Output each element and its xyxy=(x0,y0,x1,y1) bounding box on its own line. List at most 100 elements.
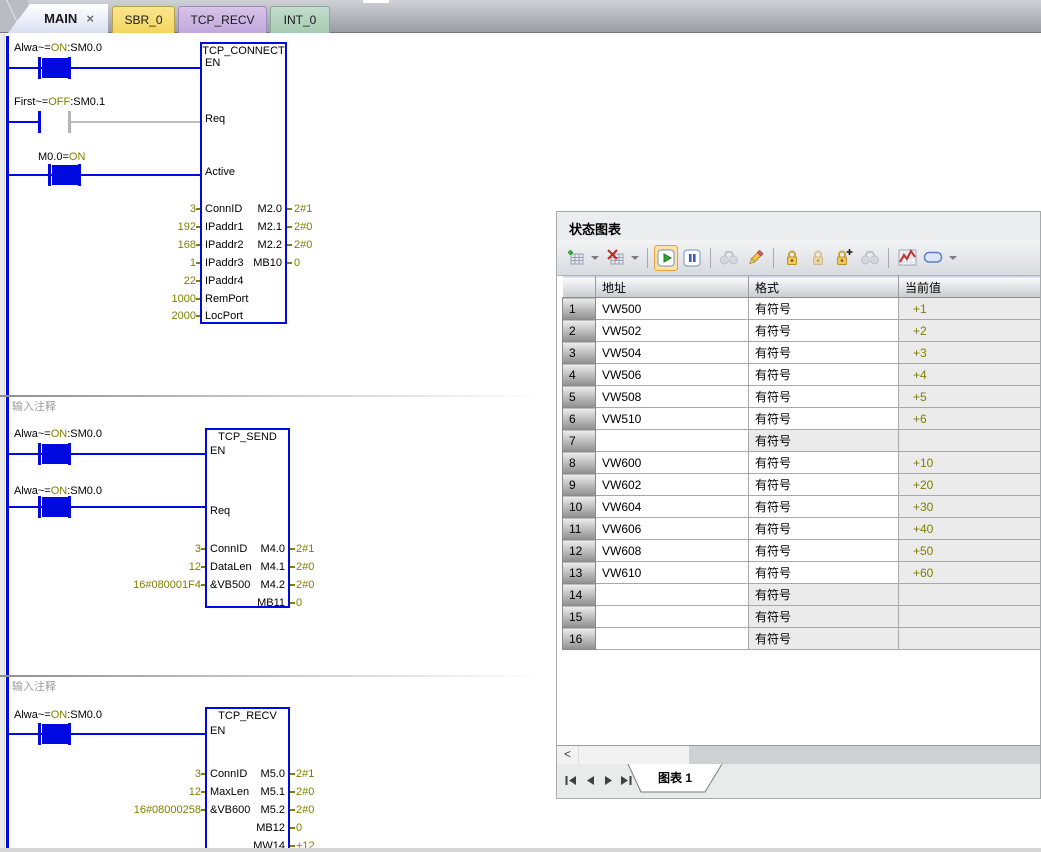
address-cell[interactable] xyxy=(596,628,749,650)
format-cell[interactable]: 有符号 xyxy=(749,584,899,606)
tcp-send-block[interactable]: TCP_SEND EN Req ConnID DataLen &VB500 M4… xyxy=(205,428,290,608)
address-cell[interactable]: VW604 xyxy=(596,496,749,518)
chevron-down-icon[interactable] xyxy=(949,256,957,260)
format-cell[interactable]: 有符号 xyxy=(749,562,899,584)
row-number[interactable]: 14 xyxy=(563,584,596,606)
tab-tcp-recv[interactable]: TCP_RECV xyxy=(178,6,267,33)
force-new-button[interactable] xyxy=(832,245,856,271)
contact-closed[interactable] xyxy=(42,444,68,464)
row-number[interactable]: 11 xyxy=(563,518,596,540)
force-button[interactable] xyxy=(780,245,804,271)
value-cell[interactable]: +6 xyxy=(899,408,1041,430)
address-cell[interactable] xyxy=(596,584,749,606)
next-sheet-button[interactable] xyxy=(603,773,617,785)
row-number[interactable]: 16 xyxy=(563,628,596,650)
address-cell[interactable]: VW506 xyxy=(596,364,749,386)
value-cell[interactable] xyxy=(899,606,1041,628)
format-cell[interactable]: 有符号 xyxy=(749,342,899,364)
row-number[interactable]: 12 xyxy=(563,540,596,562)
row-number[interactable]: 15 xyxy=(563,606,596,628)
value-cell[interactable]: +3 xyxy=(899,342,1041,364)
address-cell[interactable]: VW508 xyxy=(596,386,749,408)
property-toggle-button[interactable] xyxy=(921,245,945,271)
value-cell[interactable] xyxy=(899,430,1041,452)
format-cell[interactable]: 有符号 xyxy=(749,452,899,474)
value-cell[interactable]: +50 xyxy=(899,540,1041,562)
value-cell[interactable]: +5 xyxy=(899,386,1041,408)
address-cell[interactable]: VW608 xyxy=(596,540,749,562)
format-cell[interactable]: 有符号 xyxy=(749,628,899,650)
address-cell[interactable]: VW510 xyxy=(596,408,749,430)
address-cell[interactable]: VW606 xyxy=(596,518,749,540)
format-cell[interactable]: 有符号 xyxy=(749,386,899,408)
format-cell[interactable]: 有符号 xyxy=(749,606,899,628)
row-number[interactable]: 8 xyxy=(563,452,596,474)
close-icon[interactable]: × xyxy=(86,11,94,26)
row-number[interactable]: 2 xyxy=(563,320,596,342)
scrollbar-thumb[interactable] xyxy=(579,746,689,764)
address-cell[interactable]: VW504 xyxy=(596,342,749,364)
tab-int0[interactable]: INT_0 xyxy=(270,6,330,33)
contact-closed[interactable] xyxy=(52,165,78,185)
format-cell[interactable]: 有符号 xyxy=(749,474,899,496)
format-cell[interactable]: 有符号 xyxy=(749,320,899,342)
address-cell[interactable] xyxy=(596,430,749,452)
row-number[interactable]: 9 xyxy=(563,474,596,496)
format-cell[interactable]: 有符号 xyxy=(749,518,899,540)
first-sheet-button[interactable] xyxy=(565,773,579,785)
tcp-recv-block[interactable]: TCP_RECV EN ConnID MaxLen &VB600 M5.0 M5… xyxy=(205,707,290,852)
contact-closed[interactable] xyxy=(42,497,68,517)
format-cell[interactable]: 有符号 xyxy=(749,298,899,320)
tcp-connect-block[interactable]: TCP_CONNECT EN Req Active ConnID IPaddr1… xyxy=(200,42,287,324)
format-cell[interactable]: 有符号 xyxy=(749,408,899,430)
row-number[interactable]: 7 xyxy=(563,430,596,452)
format-cell[interactable]: 有符号 xyxy=(749,430,899,452)
address-cell[interactable]: VW500 xyxy=(596,298,749,320)
value-cell[interactable] xyxy=(899,628,1041,650)
value-cell[interactable]: +4 xyxy=(899,364,1041,386)
row-number[interactable]: 1 xyxy=(563,298,596,320)
format-cell[interactable]: 有符号 xyxy=(749,496,899,518)
contact-closed[interactable] xyxy=(42,58,68,78)
contact-label: Alwa~=ON:SM0.0 xyxy=(14,42,102,54)
address-cell[interactable] xyxy=(596,606,749,628)
column-header-address[interactable]: 地址 xyxy=(596,277,749,298)
chevron-down-icon[interactable] xyxy=(591,256,599,260)
address-cell[interactable]: VW602 xyxy=(596,474,749,496)
contact-closed[interactable] xyxy=(42,724,68,744)
value-cell[interactable]: +1 xyxy=(899,298,1041,320)
format-cell[interactable]: 有符号 xyxy=(749,540,899,562)
sheet-tab-chart1[interactable]: 图表 1 xyxy=(627,764,723,794)
previous-sheet-button[interactable] xyxy=(585,773,599,785)
row-number[interactable]: 10 xyxy=(563,496,596,518)
row-number[interactable]: 5 xyxy=(563,386,596,408)
pause-chart-button[interactable] xyxy=(680,245,704,271)
row-number[interactable]: 13 xyxy=(563,562,596,584)
row-number[interactable]: 3 xyxy=(563,342,596,364)
value-cell[interactable]: +20 xyxy=(899,474,1041,496)
row-number[interactable]: 6 xyxy=(563,408,596,430)
trend-view-button[interactable] xyxy=(895,245,919,271)
network-comment[interactable]: 输入注释 xyxy=(12,401,56,413)
address-cell[interactable]: VW502 xyxy=(596,320,749,342)
column-header-value[interactable]: 当前值 xyxy=(899,277,1041,298)
chart-status-on-button[interactable] xyxy=(654,245,678,271)
value-cell[interactable]: +40 xyxy=(899,518,1041,540)
insert-row-button[interactable] xyxy=(563,245,587,271)
scroll-left-button[interactable]: < xyxy=(557,746,579,764)
value-cell[interactable]: +2 xyxy=(899,320,1041,342)
address-cell[interactable]: VW600 xyxy=(596,452,749,474)
address-cell[interactable]: VW610 xyxy=(596,562,749,584)
network-comment[interactable]: 输入注释 xyxy=(12,681,56,693)
delete-row-button[interactable] xyxy=(603,245,627,271)
value-cell[interactable]: +60 xyxy=(899,562,1041,584)
row-number[interactable]: 4 xyxy=(563,364,596,386)
column-header-format[interactable]: 格式 xyxy=(749,277,899,298)
tab-sbr0[interactable]: SBR_0 xyxy=(112,6,175,33)
value-cell[interactable]: +30 xyxy=(899,496,1041,518)
write-button[interactable] xyxy=(743,245,767,271)
format-cell[interactable]: 有符号 xyxy=(749,364,899,386)
chevron-down-icon[interactable] xyxy=(631,256,639,260)
value-cell[interactable]: +10 xyxy=(899,452,1041,474)
value-cell[interactable] xyxy=(899,584,1041,606)
